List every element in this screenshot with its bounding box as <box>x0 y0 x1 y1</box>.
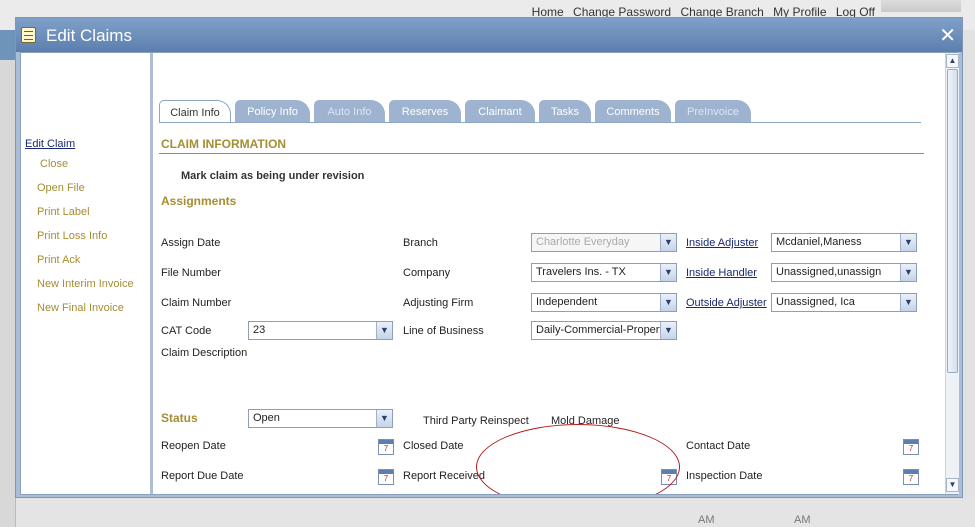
edit-claim-link[interactable]: Edit Claim <box>25 138 134 158</box>
inspection-date-calendar-icon[interactable]: 7 <box>903 469 919 485</box>
claim-form: Claim Info Policy Info Auto Info Reserve… <box>156 53 947 494</box>
inside-adjuster-value: Mcdaniel,Maness <box>776 236 862 248</box>
claim-actions-menu: Edit Claim Close Open File Print Label P… <box>25 138 134 326</box>
background-sidebar <box>0 30 16 527</box>
cat-code-select[interactable]: 23 ▼ <box>248 321 393 340</box>
line-of-business-value: Daily-Commercial-Propert <box>536 324 663 336</box>
notepad-icon <box>21 27 36 43</box>
claim-information-heading: CLAIM INFORMATION <box>161 137 287 151</box>
scrollbar-thumb[interactable] <box>947 69 958 373</box>
cat-code-label: CAT Code <box>161 325 212 337</box>
inside-handler-link[interactable]: Inside Handler <box>686 267 757 279</box>
status-heading: Status <box>161 411 198 425</box>
company-select[interactable]: Travelers Ins. - TX ▼ <box>531 263 677 282</box>
menu-close[interactable]: Close <box>25 158 134 182</box>
line-of-business-label: Line of Business <box>403 325 484 337</box>
closed-date-label: Closed Date <box>403 440 464 452</box>
adjusting-firm-value: Independent <box>536 296 598 308</box>
dialog-title-bar[interactable]: Edit Claims ✕ <box>16 18 962 52</box>
chevron-down-icon: ▼ <box>660 234 676 251</box>
assign-date-label: Assign Date <box>161 237 221 249</box>
mark-under-revision-link[interactable]: Mark claim as being under revision <box>181 170 364 182</box>
bg-time-suffix: AM <box>794 514 811 526</box>
claim-number-label: Claim Number <box>161 297 232 309</box>
vertical-scrollbar[interactable]: ▲ ▼ <box>945 53 959 494</box>
company-label: Company <box>403 267 451 279</box>
chevron-down-icon: ▼ <box>376 322 392 339</box>
menu-new-interim-invoice[interactable]: New Interim Invoice <box>25 278 134 302</box>
section-divider <box>159 153 924 154</box>
status-value: Open <box>253 412 280 424</box>
chevron-down-icon: ▼ <box>660 264 676 281</box>
company-value: Travelers Ins. - TX <box>536 266 626 278</box>
report-due-date-calendar-icon[interactable]: 7 <box>378 469 394 485</box>
outside-adjuster-link[interactable]: Outside Adjuster <box>686 297 767 309</box>
chevron-down-icon: ▼ <box>660 322 676 339</box>
scroll-up-arrow-icon[interactable]: ▲ <box>946 54 959 68</box>
outside-adjuster-value: Unassigned, Ica <box>776 296 855 308</box>
contact-date-label: Contact Date <box>686 440 751 452</box>
adjusting-firm-select[interactable]: Independent ▼ <box>531 293 677 312</box>
bg-time-suffix: AM <box>698 514 715 526</box>
tab-claimant[interactable]: Claimant <box>465 100 535 123</box>
cat-code-value: 23 <box>253 324 266 336</box>
chevron-down-icon: ▼ <box>900 264 916 281</box>
inside-adjuster-select[interactable]: Mcdaniel,Maness ▼ <box>771 233 917 252</box>
branch-value: Charlotte Everyday <box>536 236 630 248</box>
assignments-heading: Assignments <box>161 194 237 208</box>
chevron-down-icon: ▼ <box>900 234 916 251</box>
tab-divider <box>159 122 921 123</box>
menu-print-label[interactable]: Print Label <box>25 206 134 230</box>
inside-handler-select[interactable]: Unassigned,unassign ▼ <box>771 263 917 282</box>
tab-preinvoice[interactable]: PreInvoice <box>675 100 751 123</box>
menu-print-loss-info[interactable]: Print Loss Info <box>25 230 134 254</box>
chevron-down-icon: ▼ <box>376 410 392 427</box>
outside-adjuster-select[interactable]: Unassigned, Ica ▼ <box>771 293 917 312</box>
tab-claim-info[interactable]: Claim Info <box>159 100 231 123</box>
tab-comments[interactable]: Comments <box>595 100 671 123</box>
chevron-down-icon: ▼ <box>900 294 916 311</box>
third-party-reinspect-label: Third Party Reinspect <box>423 415 529 427</box>
reopen-date-calendar-icon[interactable]: 7 <box>378 439 394 455</box>
adjusting-firm-label: Adjusting Firm <box>403 297 474 309</box>
line-of-business-select[interactable]: Daily-Commercial-Propert ▼ <box>531 321 677 340</box>
company-logo <box>881 0 961 12</box>
scroll-down-arrow-icon[interactable]: ▼ <box>946 478 959 492</box>
file-number-label: File Number <box>161 267 221 279</box>
branch-label: Branch <box>403 237 438 249</box>
inside-adjuster-link[interactable]: Inside Adjuster <box>686 237 758 249</box>
reopen-date-label: Reopen Date <box>161 440 226 452</box>
background-grid-footer: AM AM <box>16 497 975 527</box>
red-annotation-ellipse <box>476 424 680 494</box>
claim-description-label: Claim Description <box>161 347 248 359</box>
claim-actions-panel: Edit Claim Close Open File Print Label P… <box>21 53 153 494</box>
tab-auto-info[interactable]: Auto Info <box>314 100 385 123</box>
menu-new-final-invoice[interactable]: New Final Invoice <box>25 302 134 326</box>
tab-reserves[interactable]: Reserves <box>389 100 461 123</box>
contact-date-calendar-icon[interactable]: 7 <box>903 439 919 455</box>
background-right-edge <box>963 30 975 500</box>
report-received-label: Report Received <box>403 470 485 482</box>
branch-select[interactable]: Charlotte Everyday ▼ <box>531 233 677 252</box>
inside-handler-value: Unassigned,unassign <box>776 266 882 278</box>
edit-claims-dialog: Edit Claims ✕ Edit Claim Close Open File… <box>15 17 963 498</box>
dialog-body: Edit Claim Close Open File Print Label P… <box>20 52 959 495</box>
report-due-date-label: Report Due Date <box>161 470 244 482</box>
close-icon[interactable]: ✕ <box>939 23 956 48</box>
menu-open-file[interactable]: Open File <box>25 182 134 206</box>
tab-tasks[interactable]: Tasks <box>539 100 591 123</box>
inspection-date-label: Inspection Date <box>686 470 763 482</box>
chevron-down-icon: ▼ <box>660 294 676 311</box>
tab-policy-info[interactable]: Policy Info <box>235 100 310 123</box>
dialog-title: Edit Claims <box>46 26 132 45</box>
menu-print-ack[interactable]: Print Ack <box>25 254 134 278</box>
status-select[interactable]: Open ▼ <box>248 409 393 428</box>
